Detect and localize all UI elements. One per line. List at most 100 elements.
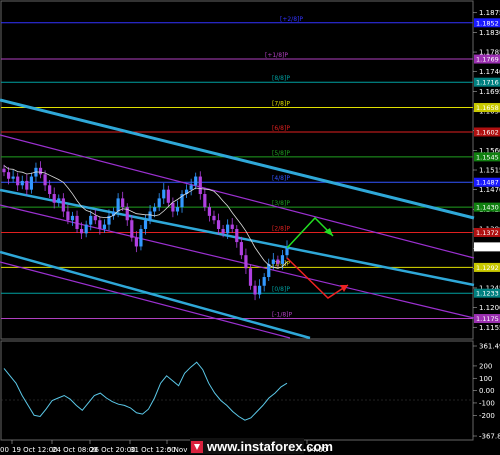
candle-body	[166, 189, 170, 203]
chart-canvas: [+2/8]P [+1/8]P [8/8]P [7/8]P [6/8]P [5/8]P [4…	[0, 0, 500, 454]
candle-body	[203, 194, 207, 208]
candle-body	[212, 215, 216, 221]
candle-body	[6, 172, 11, 179]
watermark-logo-icon	[191, 441, 203, 453]
candle-body	[139, 228, 143, 247]
murrey-level-label: [0/8]P	[272, 286, 290, 293]
price-tick-label: 1.1830	[479, 29, 500, 37]
price-badge-label: 1.1769	[476, 56, 499, 64]
candle-body	[79, 228, 84, 234]
oscillator-tick-label: 200	[479, 362, 492, 370]
candle-body	[143, 220, 148, 229]
price-tick-label: 1.1740	[479, 68, 500, 76]
price-badge-label: 1.1487	[476, 179, 499, 187]
candle-body	[207, 207, 212, 216]
price-badge-label: 1.1292	[476, 264, 499, 272]
oscillator-line	[3, 361, 288, 421]
candle-body	[244, 255, 248, 269]
price-badge-label: 1.1658	[476, 104, 499, 112]
time-tick-label: 19 Oct 12:00	[12, 446, 58, 454]
price-badge-label: 1.1602	[476, 128, 499, 136]
candle-body	[226, 224, 230, 234]
bearish-arrow-head	[340, 285, 348, 292]
murrey-level-label: [7/8]P	[272, 101, 290, 108]
candle-body	[52, 194, 56, 203]
watermark-text: www.instaforex.com	[206, 439, 333, 454]
candle-body	[84, 224, 88, 234]
candle-body	[239, 242, 243, 256]
murrey-level-label: [5/8]P	[272, 150, 290, 157]
channel-bottom-inner-line	[0, 261, 291, 339]
price-badge-label: 1.1430	[476, 204, 499, 212]
candle-body	[130, 220, 134, 238]
candle-body	[235, 228, 239, 243]
time-tick-label: 00	[0, 446, 9, 454]
candle-body	[258, 285, 262, 295]
candle-body	[221, 228, 225, 234]
candle-body	[271, 259, 275, 264]
candle-body	[61, 198, 65, 212]
candle-body	[102, 224, 107, 229]
candle-body	[16, 176, 20, 186]
candle-body	[11, 176, 15, 179]
candle-body	[25, 180, 29, 190]
price-tick-label: 1.1515	[479, 167, 500, 175]
channel-upper-line	[0, 98, 475, 220]
murrey-level-label: [2/8]P	[272, 225, 290, 232]
candle-body	[70, 215, 75, 221]
channel-lower-line	[0, 250, 311, 340]
candle-body	[276, 259, 280, 264]
murrey-level-label: [-1/8]P	[272, 312, 293, 319]
candle-body	[2, 168, 6, 173]
candle-body	[189, 185, 193, 190]
candle-body	[98, 220, 102, 229]
price-tick-label: 1.1200	[479, 304, 500, 312]
candle-body	[148, 211, 152, 221]
murrey-level-label: [4/8]P	[272, 175, 290, 182]
price-tick-label: 1.1875	[479, 9, 500, 17]
candle-body	[20, 180, 24, 186]
oscillator-tick-label: 0.00	[479, 387, 495, 395]
candle-body	[171, 202, 175, 212]
candle-body	[253, 285, 257, 295]
price-tick-label: 1.1470	[479, 186, 500, 194]
murrey-level-label: [8/8]P	[272, 75, 290, 82]
candle-body	[230, 224, 234, 229]
candle-body	[66, 211, 70, 221]
candle-body	[280, 255, 285, 264]
candle-body	[175, 207, 180, 212]
time-tick-label: 26 Oct 20:00	[90, 446, 136, 454]
candle-body	[134, 237, 138, 247]
price-badge-label: 1.1545	[476, 153, 499, 161]
candle-body	[38, 167, 43, 175]
price-badge-label: 1.1175	[476, 315, 499, 323]
price-badge-label: 1.1372	[476, 229, 499, 237]
oscillator-frame	[0, 340, 474, 441]
murrey-level-label: [+1/8]P	[265, 52, 288, 59]
candle-body	[89, 215, 93, 225]
candle-body	[248, 268, 253, 286]
oscillator-tick-label: -367.870	[479, 433, 500, 441]
oscillator-axis: 361.498 200 100 0.00 -100 -200 -367.870	[473, 343, 500, 441]
oscillator-tick-label: -100	[479, 399, 495, 407]
candle-body	[153, 207, 157, 212]
main-chart-frame	[0, 0, 474, 340]
candle-body	[157, 198, 161, 208]
price-badge-label: 1.1716	[476, 79, 499, 87]
price-tick-label: 1.1695	[479, 88, 500, 96]
candle-body	[116, 198, 120, 212]
candle-body	[43, 174, 47, 186]
murrey-level-label: [6/8]P	[272, 125, 290, 132]
candle-body	[75, 215, 79, 229]
candle-body	[198, 176, 202, 195]
candle-body	[57, 198, 61, 203]
candle-body	[93, 215, 97, 221]
candle-body	[285, 246, 289, 256]
candle-body	[48, 185, 52, 195]
candle-body	[216, 220, 221, 229]
price-badge-label: 1.1339	[476, 243, 499, 251]
oscillator-tick-label: 100	[479, 375, 492, 383]
bullish-forecast-arrow	[286, 216, 334, 249]
price-badge-label: 1.1233	[476, 290, 499, 298]
channel-lower-inner-line	[0, 204, 475, 319]
